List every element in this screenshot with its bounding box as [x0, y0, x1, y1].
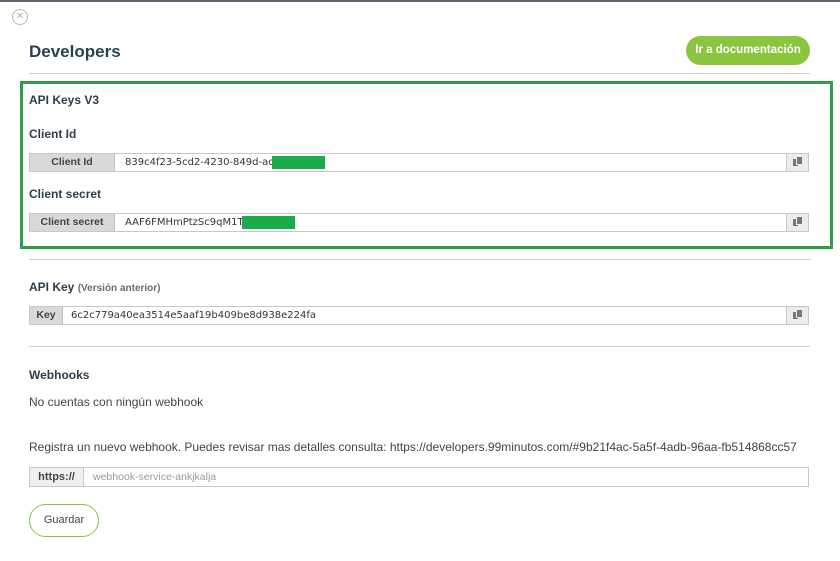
client-id-heading: Client Id [29, 127, 77, 141]
webhook-url-prefix: https:// [30, 468, 84, 486]
client-secret-value[interactable]: AAF6FMHmPtzSc9qM1Ta [125, 214, 248, 231]
api-key-heading: API Key (Versión anterior) [29, 280, 161, 294]
client-id-redaction [272, 156, 325, 169]
section-divider-1 [29, 259, 810, 260]
page-title: Developers [29, 42, 121, 61]
client-id-addon: Client Id [30, 154, 115, 171]
documentation-button[interactable]: Ir a documentación [686, 36, 810, 65]
api-key-heading-text: API Key [29, 280, 75, 294]
copy-client-secret-button[interactable] [786, 214, 808, 231]
client-secret-field: Client secret AAF6FMHmPtzSc9qM1Ta [29, 213, 809, 232]
webhooks-empty-message: No cuentas con ningún webhook [29, 395, 204, 409]
api-key-version-note: (Versión anterior) [77, 283, 161, 294]
api-key-addon: Key [30, 307, 63, 324]
copy-client-id-button[interactable] [786, 154, 808, 171]
section-divider-2 [29, 346, 810, 347]
client-id-value[interactable]: 839c4f23-5cd2-4230-849d-adf [125, 154, 278, 171]
webhooks-register-text: Registra un nuevo webhook. Puedes revisa… [29, 440, 797, 454]
save-button[interactable]: Guardar [29, 504, 99, 537]
client-secret-addon: Client secret [30, 214, 115, 231]
webhook-url-field: https:// [29, 467, 809, 487]
top-border [0, 0, 840, 2]
api-key-value[interactable]: 6c2c779a40ea3514e5aaf19b409be8d938e224fa [71, 307, 316, 324]
close-icon[interactable]: ✕ [12, 9, 28, 25]
header-divider [29, 73, 810, 74]
client-secret-heading: Client secret [29, 187, 102, 201]
api-key-field: Key 6c2c779a40ea3514e5aaf19b409be8d938e2… [29, 306, 809, 325]
copy-api-key-button[interactable] [786, 307, 808, 324]
webhook-url-input[interactable] [85, 468, 808, 486]
api-keys-v3-title: API Keys V3 [29, 93, 100, 107]
client-secret-redaction [242, 216, 295, 229]
webhooks-heading: Webhooks [29, 368, 90, 382]
client-id-field: Client Id 839c4f23-5cd2-4230-849d-adf [29, 153, 809, 172]
